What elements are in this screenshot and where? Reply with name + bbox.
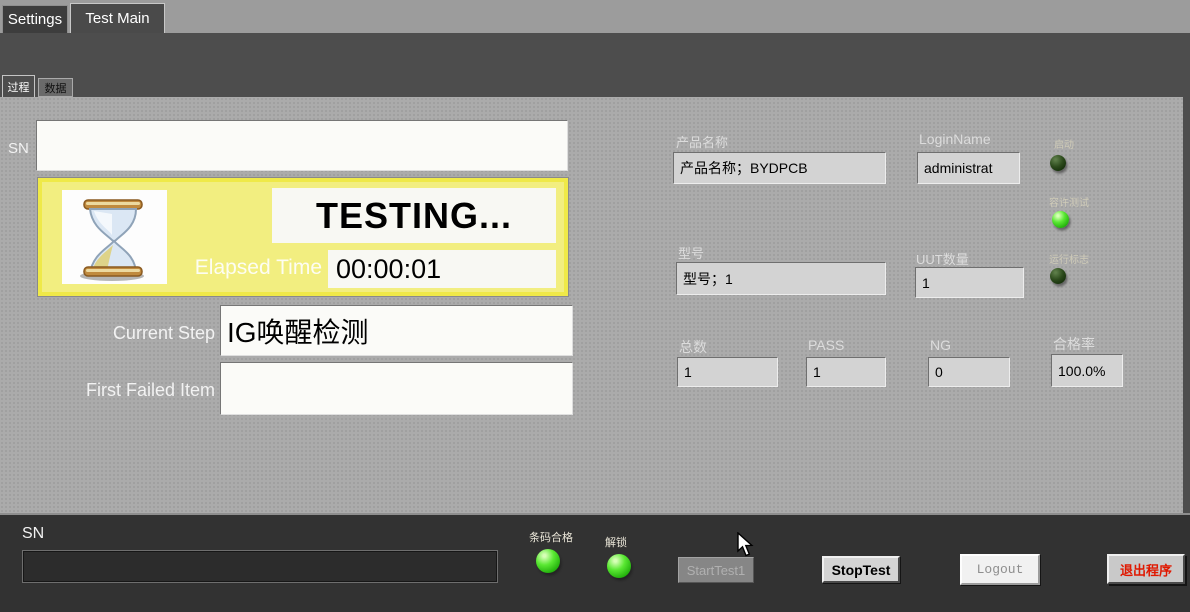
mouse-cursor bbox=[737, 532, 754, 558]
start-led-icon bbox=[1050, 155, 1066, 171]
tab-process[interactable]: 过程 bbox=[2, 75, 35, 97]
sn-main-label: SN bbox=[8, 140, 29, 157]
top-tab-bar: Settings Test Main bbox=[0, 0, 1190, 33]
tab-test-main[interactable]: Test Main bbox=[70, 3, 165, 33]
total-label: 总数 bbox=[679, 337, 707, 357]
logout-button[interactable]: Logout bbox=[960, 554, 1040, 585]
first-failed-item-value bbox=[220, 362, 573, 415]
sn-bottom-input[interactable] bbox=[22, 550, 498, 583]
first-failed-item-label: First Failed Item bbox=[40, 380, 215, 401]
model-label: 型号 bbox=[678, 243, 704, 262]
process-panel: SN TESTING... Elapsed Time 00:00:01 bbox=[0, 97, 1183, 513]
start-test-button[interactable]: StartTest1 bbox=[678, 557, 754, 583]
sn-bottom-label: SN bbox=[22, 525, 44, 543]
barcode-ok-led-icon bbox=[536, 549, 560, 573]
allow-test-led-icon bbox=[1052, 211, 1069, 228]
login-name-label: LoginName bbox=[919, 131, 991, 147]
sn-main-field[interactable] bbox=[36, 120, 568, 171]
run-flag-led-icon bbox=[1050, 268, 1066, 284]
test-status-text: TESTING... bbox=[272, 188, 556, 243]
uut-count-value: 1 bbox=[915, 267, 1024, 298]
unlock-led-icon bbox=[607, 554, 631, 578]
barcode-ok-led-label: 条码合格 bbox=[529, 529, 573, 545]
pass-label: PASS bbox=[808, 337, 844, 353]
yield-value: 100.0% bbox=[1051, 354, 1123, 387]
exit-program-button[interactable]: 退出程序 bbox=[1107, 554, 1185, 584]
start-led-label: 启动 bbox=[1054, 136, 1074, 151]
allow-test-led-label: 容许测试 bbox=[1049, 194, 1089, 209]
pass-value: 1 bbox=[806, 357, 886, 387]
app-window: Settings Test Main 过程 数据 SN bbox=[0, 0, 1190, 612]
elapsed-time-value: 00:00:01 bbox=[328, 250, 556, 288]
yield-label: 合格率 bbox=[1053, 334, 1095, 354]
current-step-value: IG唤醒检测 bbox=[220, 305, 573, 356]
tab-settings[interactable]: Settings bbox=[2, 5, 68, 33]
stop-test-button[interactable]: StopTest bbox=[822, 556, 900, 583]
login-name-value: administrat bbox=[917, 152, 1020, 184]
tab-page-background: 过程 数据 bbox=[0, 33, 1190, 97]
run-flag-led-label: 运行标志 bbox=[1049, 251, 1089, 266]
hourglass-icon bbox=[62, 190, 167, 284]
unlock-led-label: 解锁 bbox=[605, 534, 627, 550]
current-step-label: Current Step bbox=[80, 323, 215, 344]
total-value: 1 bbox=[677, 357, 778, 387]
ng-value: 0 bbox=[928, 357, 1010, 387]
ng-label: NG bbox=[930, 337, 951, 353]
product-name-label: 产品名称 bbox=[676, 132, 728, 151]
model-value: 型号；1 bbox=[676, 262, 886, 295]
test-status-box: TESTING... Elapsed Time 00:00:01 bbox=[38, 178, 568, 296]
tab-data[interactable]: 数据 bbox=[38, 78, 73, 97]
product-name-value: 产品名称；BYDPCB bbox=[673, 152, 886, 184]
elapsed-time-label: Elapsed Time bbox=[168, 256, 322, 280]
uut-count-label: UUT数量 bbox=[916, 249, 969, 268]
bottom-bar: SN 条码合格 解锁 StartTest1 StopTest Logout 退出… bbox=[0, 513, 1190, 612]
